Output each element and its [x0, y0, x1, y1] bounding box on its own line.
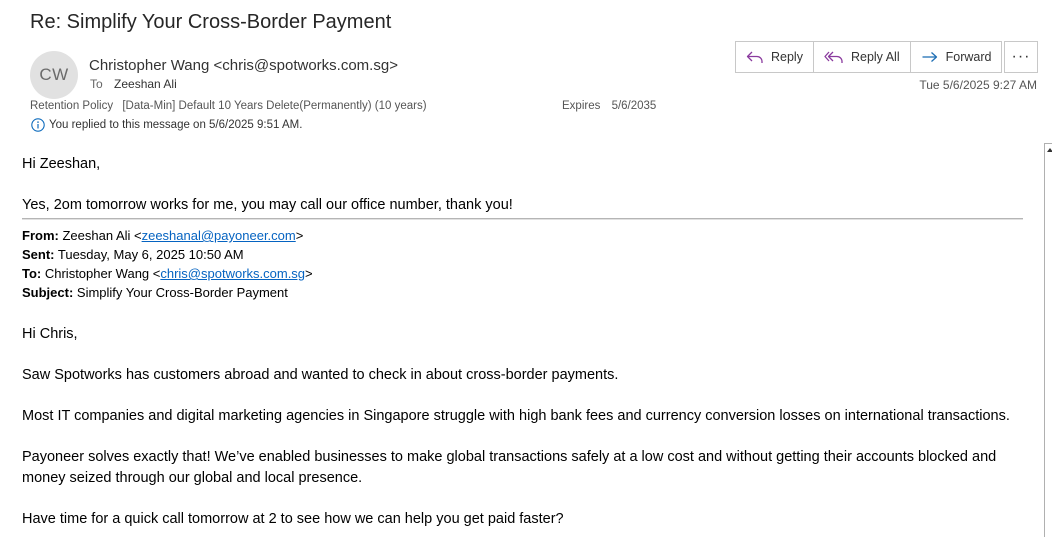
retention-policy: Retention Policy [Data-Min] Default 10 Y… — [30, 100, 427, 112]
reply-all-icon — [824, 51, 843, 63]
from-label: From: — [22, 228, 59, 243]
more-actions-button[interactable]: ··· — [1004, 41, 1038, 73]
expires-label: Expires — [562, 100, 601, 112]
from-email-link[interactable]: zeeshanal@payoneer.com — [142, 228, 296, 243]
forward-button[interactable]: Forward — [911, 42, 1002, 72]
quoted-paragraph-2: Most IT companies and digital marketing … — [22, 408, 1010, 424]
scroll-up-arrow[interactable] — [1044, 143, 1052, 159]
forward-icon — [922, 52, 937, 62]
reply-all-label: Reply All — [850, 50, 900, 64]
quoted-from: From: Zeeshan Ali <zeeshanal@payoneer.co… — [22, 228, 303, 243]
reply-label: Reply — [771, 50, 803, 64]
greeting: Hi Zeeshan, — [22, 156, 101, 172]
quoted-to-end: > — [305, 266, 313, 281]
from-name: Zeeshan Ali < — [58, 228, 142, 243]
from-end: > — [295, 228, 304, 243]
to-line: To Zeeshan Ali — [90, 77, 177, 91]
retention-value: [Data-Min] Default 10 Years Delete(Perma… — [122, 100, 427, 112]
quoted-subject: Subject: Simplify Your Cross-Border Paym… — [22, 285, 288, 300]
action-bar: Reply Reply All Forward — [735, 41, 1003, 73]
reply-all-button[interactable]: Reply All — [814, 42, 911, 72]
expires-value: 5/6/2035 — [611, 100, 657, 112]
quoted-subject-value: Simplify Your Cross-Border Payment — [73, 285, 288, 300]
quoted-paragraph-4: Have time for a quick call tomorrow at 2… — [22, 511, 564, 527]
quoted-paragraph-1: Saw Spotworks has customers abroad and w… — [22, 367, 619, 383]
recipient-name[interactable]: Zeeshan Ali — [114, 77, 177, 91]
email-subject: Re: Simplify Your Cross-Border Payment — [30, 11, 392, 33]
quoted-paragraph-3: Payoneer solves exactly that! We’ve enab… — [22, 449, 997, 486]
avatar[interactable]: CW — [30, 51, 78, 99]
replied-notice: You replied to this message on 5/6/2025 … — [31, 118, 302, 132]
to-email-link[interactable]: chris@spotworks.com.sg — [160, 266, 305, 281]
replied-notice-text: You replied to this message on 5/6/2025 … — [49, 119, 303, 131]
vertical-scrollbar[interactable] — [1044, 158, 1052, 537]
expires-info: Expires 5/6/2035 — [562, 100, 656, 112]
received-datetime: Tue 5/6/2025 9:27 AM — [919, 78, 1037, 92]
quoted-to-label: To: — [22, 266, 42, 281]
reply-icon — [746, 51, 763, 63]
sent-value: Tuesday, May 6, 2025 10:50 AM — [54, 247, 244, 262]
quote-divider — [22, 218, 1023, 220]
reply-button[interactable]: Reply — [736, 42, 814, 72]
quoted-sent: Sent: Tuesday, May 6, 2025 10:50 AM — [22, 247, 244, 262]
retention-label: Retention Policy — [30, 100, 114, 112]
sent-label: Sent: — [22, 247, 55, 262]
reply-text: Yes, 2om tomorrow works for me, you may … — [22, 197, 513, 213]
quoted-to: To: Christopher Wang <chris@spotworks.co… — [22, 266, 313, 281]
quoted-to-name: Christopher Wang < — [41, 266, 161, 281]
quoted-subject-label: Subject: — [22, 285, 74, 300]
to-label: To — [90, 77, 103, 91]
info-icon — [31, 118, 45, 132]
forward-label: Forward — [945, 50, 992, 64]
sender-name[interactable]: Christopher Wang <chris@spotworks.com.sg… — [89, 57, 398, 74]
quoted-greeting: Hi Chris, — [22, 326, 78, 342]
